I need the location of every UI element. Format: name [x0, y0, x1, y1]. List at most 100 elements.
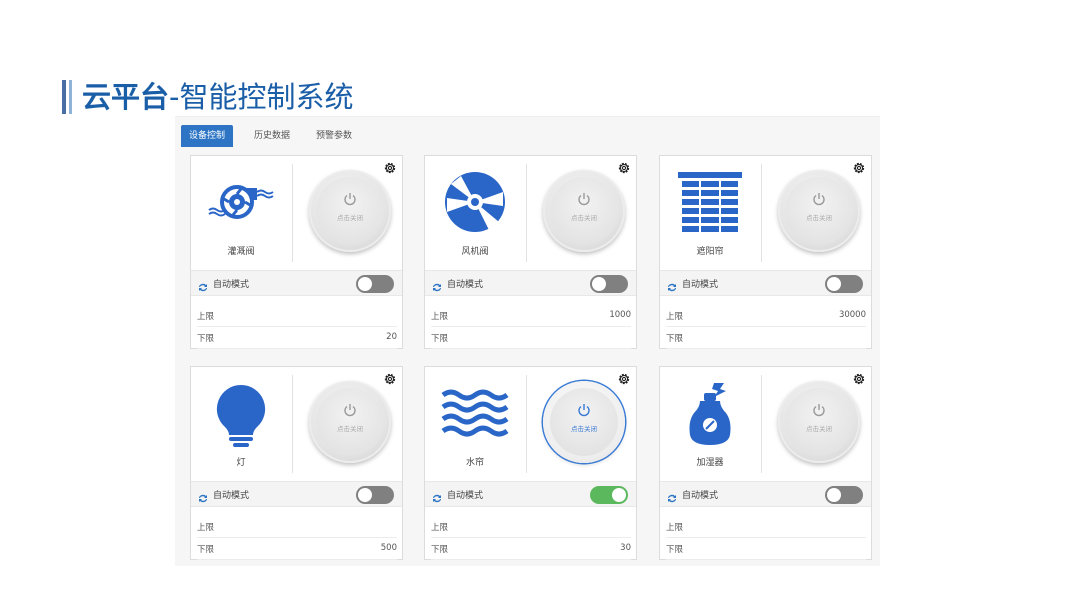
auto-mode-label: 自动模式 — [447, 491, 484, 501]
power-button-label: 点击关闭 — [571, 214, 597, 222]
light-bulb-icon — [207, 381, 275, 449]
auto-mode-toggle[interactable] — [356, 486, 394, 504]
auto-mode-label: 自动模式 — [213, 491, 250, 501]
device-card: 灌溉阀 点击关闭 自动模式 上限 下限 20 — [190, 155, 403, 349]
page-title-text: 云平台-智能控制系统 — [82, 78, 353, 116]
power-button-label: 点击关闭 — [337, 425, 363, 433]
humidifier-icon — [676, 381, 744, 449]
lower-limit-row: 下限 — [666, 328, 866, 349]
tab-bar: 设备控制 历史数据 预警参数 — [175, 116, 880, 149]
lower-limit-label: 下限 — [431, 334, 449, 344]
card-divider — [292, 164, 293, 262]
auto-mode-toggle[interactable] — [590, 486, 628, 504]
cycle-icon — [431, 278, 443, 292]
upper-limit-row: 上限 30000 — [666, 306, 866, 327]
card-divider — [761, 164, 762, 262]
upper-limit-row: 上限 1000 — [431, 306, 631, 327]
lower-limit-value: 30 — [620, 543, 631, 553]
auto-mode-toggle[interactable] — [356, 275, 394, 293]
tab-history-data[interactable]: 历史数据 — [246, 125, 298, 147]
power-icon — [344, 404, 356, 417]
upper-limit-label: 上限 — [197, 312, 215, 322]
device-card-top: 风机阀 点击关闭 — [425, 156, 636, 270]
lower-limit-row: 下限 20 — [197, 328, 397, 349]
lower-limit-label: 下限 — [197, 334, 215, 344]
power-icon — [813, 193, 825, 206]
power-button-label: 点击关闭 — [806, 214, 832, 222]
auto-mode-row: 自动模式 — [191, 270, 402, 296]
power-button-label: 点击关闭 — [806, 425, 832, 433]
cycle-icon — [666, 278, 678, 292]
cycle-icon — [666, 489, 678, 503]
device-card-top: 灯 点击关闭 — [191, 367, 402, 481]
page-title-strong: 云平台 — [82, 80, 170, 114]
device-card: 风机阀 点击关闭 自动模式 上限 1000 下限 — [424, 155, 637, 349]
card-divider — [761, 375, 762, 473]
upper-limit-label: 上限 — [666, 523, 684, 533]
device-name: 加湿器 — [696, 458, 724, 468]
device-card-top: 灌溉阀 点击关闭 — [191, 156, 402, 270]
lower-limit-label: 下限 — [666, 334, 684, 344]
lower-limit-row: 下限 — [431, 328, 631, 349]
tab-device-control[interactable]: 设备控制 — [181, 125, 234, 147]
auto-mode-toggle[interactable] — [590, 275, 628, 293]
device-name: 遮阳帘 — [696, 247, 724, 257]
upper-limit-row: 上限 — [666, 517, 866, 538]
power-button-label: 点击关闭 — [337, 214, 363, 222]
power-button[interactable]: 点击关闭 — [778, 170, 860, 252]
device-name: 水帘 — [465, 458, 484, 468]
auto-mode-row: 自动模式 — [660, 270, 871, 296]
device-card: 加湿器 点击关闭 自动模式 上限 下限 — [659, 366, 872, 560]
power-button[interactable]: 点击关闭 — [543, 170, 625, 252]
upper-limit-value: 30000 — [838, 310, 866, 320]
device-card-top: 加湿器 点击关闭 — [660, 367, 871, 481]
auto-mode-row: 自动模式 — [425, 270, 636, 296]
upper-limit-row: 上限 — [197, 306, 397, 327]
device-card-top: 遮阳帘 点击关闭 — [660, 156, 871, 270]
power-button-label: 点击关闭 — [571, 425, 597, 433]
device-card: 遮阳帘 点击关闭 自动模式 上限 30000 下限 — [659, 155, 872, 349]
lower-limit-row: 下限 500 — [197, 539, 397, 560]
power-icon — [578, 193, 590, 206]
auto-mode-toggle[interactable] — [825, 275, 863, 293]
lower-limit-value: 20 — [386, 332, 397, 342]
device-card: 灯 点击关闭 自动模式 上限 下限 500 — [190, 366, 403, 560]
power-button[interactable]: 点击关闭 — [543, 381, 625, 463]
power-icon — [578, 404, 590, 417]
power-button[interactable]: 点击关闭 — [309, 170, 391, 252]
gear-icon[interactable] — [617, 371, 631, 385]
auto-mode-row: 自动模式 — [660, 481, 871, 507]
device-name: 风机阀 — [461, 247, 489, 257]
upper-limit-value: 1000 — [609, 310, 631, 320]
lower-limit-label: 下限 — [431, 545, 449, 555]
gear-icon[interactable] — [383, 371, 397, 385]
tab-alert-params[interactable]: 预警参数 — [308, 125, 360, 147]
power-icon — [813, 404, 825, 417]
upper-limit-label: 上限 — [431, 523, 449, 533]
auto-mode-toggle[interactable] — [825, 486, 863, 504]
auto-mode-row: 自动模式 — [425, 481, 636, 507]
power-button[interactable]: 点击关闭 — [778, 381, 860, 463]
lower-limit-row: 下限 — [666, 539, 866, 560]
auto-mode-label: 自动模式 — [447, 280, 484, 290]
gear-icon[interactable] — [852, 160, 866, 174]
device-card-top: 水帘 点击关闭 — [425, 367, 636, 481]
auto-mode-row: 自动模式 — [191, 481, 402, 507]
power-button[interactable]: 点击关闭 — [309, 381, 391, 463]
card-divider — [526, 164, 527, 262]
gear-icon[interactable] — [383, 160, 397, 174]
gear-icon[interactable] — [852, 371, 866, 385]
cycle-icon — [197, 278, 209, 292]
upper-limit-row: 上限 — [197, 517, 397, 538]
auto-mode-label: 自动模式 — [682, 491, 719, 501]
sunshade-blind-icon — [676, 170, 744, 238]
upper-limit-label: 上限 — [666, 312, 684, 322]
auto-mode-label: 自动模式 — [682, 280, 719, 290]
device-name: 灌溉阀 — [227, 247, 255, 257]
lower-limit-row: 下限 30 — [431, 539, 631, 560]
water-curtain-icon — [441, 381, 509, 449]
gear-icon[interactable] — [617, 160, 631, 174]
upper-limit-label: 上限 — [197, 523, 215, 533]
irrigation-valve-icon — [207, 170, 275, 238]
card-divider — [292, 375, 293, 473]
